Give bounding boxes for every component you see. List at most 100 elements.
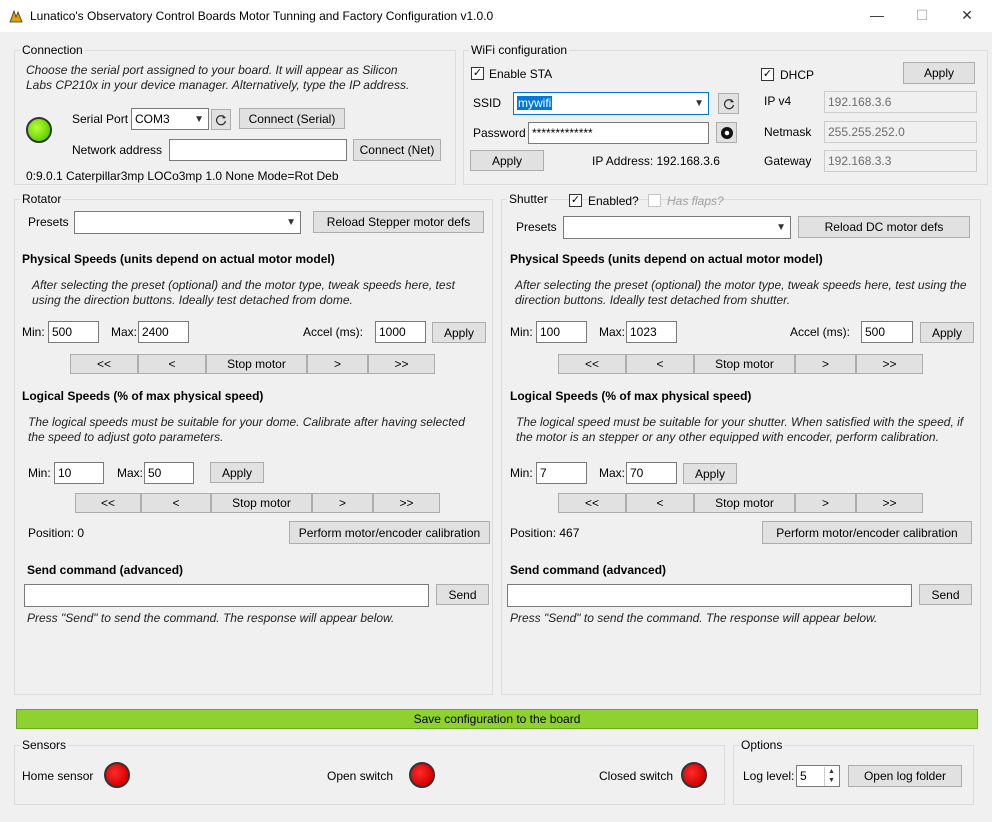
- shutter-physical-hint: After selecting the preset (optional) th…: [515, 278, 967, 307]
- shutter-enabled-checkbox[interactable]: ✓: [569, 194, 582, 207]
- rotator-apply-physical-button[interactable]: Apply: [432, 322, 486, 343]
- rotator-logical-hint: The logical speeds must be suitable for …: [28, 415, 465, 444]
- wifi-apply-top-button[interactable]: Apply: [903, 62, 975, 84]
- ssid-value: mywifi: [517, 96, 553, 110]
- rotator-send-title: Send command (advanced): [27, 563, 184, 577]
- serial-port-value: COM3: [135, 112, 170, 126]
- shutter-presets-select[interactable]: ▼: [563, 216, 791, 239]
- shutter-logical-fast-forward-button[interactable]: >>: [856, 493, 923, 513]
- rotator-accel-input[interactable]: 1000: [375, 321, 426, 343]
- shutter-command-input[interactable]: [507, 584, 912, 607]
- rotator-logical-back-button[interactable]: <: [141, 493, 211, 513]
- shutter-min-input[interactable]: 100: [536, 321, 587, 343]
- shutter-apply-physical-button[interactable]: Apply: [920, 322, 974, 343]
- log-level-spinner[interactable]: 5 ▲ ▼: [796, 765, 840, 787]
- connect-net-button[interactable]: Connect (Net): [353, 139, 441, 161]
- rotator-send-button[interactable]: Send: [436, 584, 489, 605]
- window-title: Lunatico's Observatory Control Boards Mo…: [30, 9, 494, 23]
- minimize-button[interactable]: —: [854, 0, 900, 32]
- rotator-command-input[interactable]: [24, 584, 429, 607]
- wifi-apply-bottom-button[interactable]: Apply: [470, 150, 544, 171]
- shutter-logical-stop-button[interactable]: Stop motor: [694, 493, 795, 513]
- shutter-presets-label: Presets: [516, 220, 557, 234]
- connect-serial-button[interactable]: Connect (Serial): [239, 108, 345, 129]
- sensors-legend: Sensors: [20, 738, 69, 752]
- app-logo-icon: [9, 9, 23, 23]
- reload-dc-defs-button[interactable]: Reload DC motor defs: [798, 216, 970, 238]
- reload-stepper-defs-button[interactable]: Reload Stepper motor defs: [313, 211, 484, 233]
- rotator-forward-button[interactable]: >: [307, 354, 368, 374]
- shutter-min-label: Min:: [510, 325, 533, 339]
- dhcp-checkbox[interactable]: ✓: [761, 68, 774, 81]
- rotator-logical-fast-back-button[interactable]: <<: [75, 493, 141, 513]
- connection-legend: Connection: [20, 43, 85, 57]
- shutter-accel-input[interactable]: 500: [861, 321, 913, 343]
- rotator-physical-title: Physical Speeds (units depend on actual …: [22, 252, 335, 266]
- network-address-input[interactable]: [169, 139, 347, 161]
- connection-status-led: [26, 117, 52, 143]
- show-password-button[interactable]: [716, 122, 737, 143]
- open-switch-led: [409, 762, 435, 788]
- rotator-presets-select[interactable]: ▼: [74, 211, 301, 234]
- refresh-ssid-button[interactable]: [718, 93, 739, 114]
- serial-port-label: Serial Port: [72, 112, 129, 126]
- rotator-fast-back-button[interactable]: <<: [70, 354, 138, 374]
- shutter-logical-min-input[interactable]: 7: [536, 462, 587, 484]
- has-flaps-checkbox[interactable]: [648, 194, 661, 207]
- rotator-stop-button[interactable]: Stop motor: [206, 354, 307, 374]
- rotator-physical-hint: After selecting the preset (optional) an…: [32, 278, 455, 307]
- rotator-min-input[interactable]: 500: [48, 321, 99, 343]
- password-input[interactable]: *************: [528, 122, 709, 144]
- gateway-input[interactable]: 192.168.3.3: [824, 150, 977, 172]
- refresh-icon: [723, 98, 734, 109]
- shutter-physical-title: Physical Speeds (units depend on actual …: [510, 252, 823, 266]
- ipv4-input[interactable]: 192.168.3.6: [824, 91, 977, 113]
- rotator-apply-logical-button[interactable]: Apply: [210, 462, 264, 483]
- shutter-max-input[interactable]: 1023: [626, 321, 677, 343]
- netmask-input[interactable]: 255.255.252.0: [824, 121, 977, 143]
- shutter-back-button[interactable]: <: [626, 354, 694, 374]
- refresh-ports-button[interactable]: [211, 109, 231, 130]
- shutter-fast-back-button[interactable]: <<: [558, 354, 626, 374]
- log-level-value: 5: [800, 769, 807, 783]
- chevron-down-icon: ▼: [694, 98, 704, 109]
- maximize-button[interactable]: ☐: [899, 0, 945, 32]
- save-configuration-button[interactable]: Save configuration to the board: [16, 709, 978, 729]
- shutter-logical-forward-button[interactable]: >: [795, 493, 856, 513]
- rotator-max-input[interactable]: 2400: [138, 321, 189, 343]
- shutter-accel-label: Accel (ms):: [790, 325, 850, 339]
- home-sensor-led: [104, 762, 130, 788]
- shutter-apply-logical-button[interactable]: Apply: [683, 463, 737, 484]
- netmask-label: Netmask: [764, 125, 812, 139]
- enable-sta-checkbox[interactable]: ✓: [471, 67, 484, 80]
- shutter-max-label: Max:: [599, 325, 626, 339]
- serial-port-select[interactable]: COM3 ▼: [131, 108, 209, 130]
- rotator-logical-fast-forward-button[interactable]: >>: [373, 493, 440, 513]
- open-switch-label: Open switch: [327, 769, 394, 783]
- shutter-send-button[interactable]: Send: [919, 584, 972, 605]
- rotator-calibrate-button[interactable]: Perform motor/encoder calibration: [289, 521, 490, 544]
- shutter-stop-button[interactable]: Stop motor: [694, 354, 795, 374]
- rotator-logical-min-input[interactable]: 10: [54, 462, 104, 484]
- rotator-logical-stop-button[interactable]: Stop motor: [211, 493, 312, 513]
- open-log-folder-button[interactable]: Open log folder: [848, 765, 962, 787]
- rotator-logical-max-input[interactable]: 50: [144, 462, 194, 484]
- rotator-back-button[interactable]: <: [138, 354, 206, 374]
- closed-switch-led: [681, 762, 707, 788]
- shutter-logical-back-button[interactable]: <: [626, 493, 694, 513]
- ssid-select[interactable]: mywifi ▼: [513, 92, 709, 115]
- shutter-logical-fast-back-button[interactable]: <<: [558, 493, 626, 513]
- shutter-logical-title: Logical Speeds (% of max physical speed): [510, 389, 752, 403]
- spinner-arrows-icon[interactable]: ▲ ▼: [824, 767, 838, 786]
- rotator-logical-title: Logical Speeds (% of max physical speed): [22, 389, 264, 403]
- close-button[interactable]: ✕: [944, 0, 990, 32]
- rotator-logical-forward-button[interactable]: >: [312, 493, 373, 513]
- shutter-calibrate-button[interactable]: Perform motor/encoder calibration: [762, 521, 972, 544]
- shutter-logical-max-label: Max:: [599, 466, 626, 480]
- shutter-fast-forward-button[interactable]: >>: [856, 354, 923, 374]
- rotator-fast-forward-button[interactable]: >>: [368, 354, 435, 374]
- shutter-logical-max-input[interactable]: 70: [626, 462, 677, 484]
- shutter-forward-button[interactable]: >: [795, 354, 856, 374]
- rotator-max-label: Max:: [111, 325, 138, 339]
- rotator-send-hint: Press "Send" to send the command. The re…: [27, 611, 395, 625]
